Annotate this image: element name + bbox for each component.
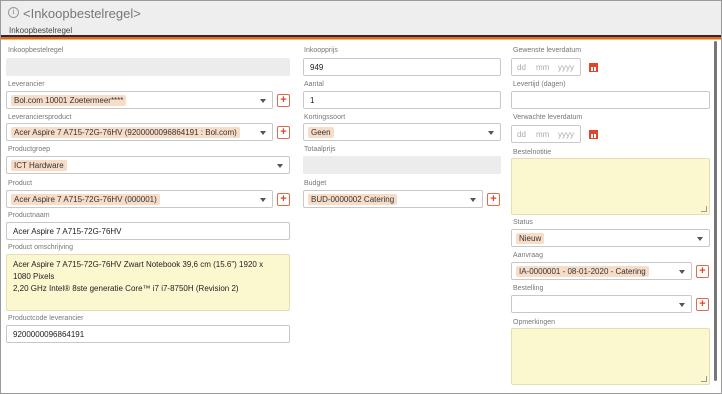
chevron-down-icon[interactable] (260, 99, 266, 103)
budget-chip: BUD-0000002 Catering (308, 194, 398, 205)
label-leveranciersproduct: Leveranciersproduct (8, 114, 72, 121)
chevron-down-icon[interactable] (488, 131, 494, 135)
product-chip: Acer Aspire 7 A715-72G-76HV (000001) (11, 194, 160, 205)
chevron-down-icon[interactable] (260, 198, 266, 202)
label-productnaam: Productnaam (8, 212, 50, 219)
add-leveranciersproduct-button[interactable]: + (277, 126, 290, 139)
add-bestelling-button[interactable]: + (696, 298, 709, 311)
bestelling-select[interactable] (511, 295, 692, 313)
label-inkoopprijs: Inkoopprijs (304, 47, 338, 54)
label-bestelling: Bestelling (513, 285, 544, 292)
levertijd-input[interactable] (511, 91, 710, 109)
label-productgroep: Productgroep (8, 146, 51, 153)
scrollbar[interactable] (714, 41, 717, 381)
chevron-down-icon[interactable] (277, 164, 283, 168)
label-verwachte-leverdatum: Verwachte leverdatum (513, 114, 583, 121)
status-chip: Nieuw (516, 233, 545, 244)
label-aanvraag: Aanvraag (513, 252, 543, 259)
resize-grip-icon[interactable] (701, 206, 707, 212)
productgroep-chip: ICT Hardware (11, 160, 67, 171)
omschrijving-line-2: 2,20 GHz Intel® 8ste generatie Core™ i7 … (13, 284, 239, 293)
aantal-input[interactable]: 1 (303, 91, 501, 109)
add-aanvraag-button[interactable]: + (696, 265, 709, 278)
page-title: <Inkoopbestelregel> (23, 6, 141, 21)
leveranciersproduct-chip: Acer Aspire 7 A715-72G-76HV (92000000968… (11, 127, 240, 138)
section-title: Inkoopbestelregel (9, 26, 73, 35)
productnaam-input[interactable]: Acer Aspire 7 A715-72G-76HV (6, 222, 290, 240)
label-gewenste-leverdatum: Gewenste leverdatum (513, 47, 582, 54)
product-select[interactable]: Acer Aspire 7 A715-72G-76HV (000001) (6, 190, 273, 208)
chevron-down-icon[interactable] (679, 303, 685, 307)
inkoopbestelregel-field (6, 58, 290, 76)
form-header: i <Inkoopbestelregel> Inkoopbestelregel (1, 1, 721, 35)
chevron-down-icon[interactable] (470, 198, 476, 202)
kortingssoort-chip: Geen (308, 127, 334, 138)
aanvraag-chip: IA-0000001 - 08-01-2020 - Catering (516, 266, 649, 277)
label-product: Product (8, 180, 33, 187)
leverancier-select[interactable]: Bol.com 10001 Zoetermeer**** (6, 91, 273, 109)
totaalprijs-field (303, 156, 501, 174)
opmerkingen-textarea[interactable] (511, 328, 710, 385)
calendar-icon[interactable] (589, 129, 598, 139)
verwachte-leverdatum-input[interactable]: dd mm yyyy (511, 125, 581, 143)
label-totaalprijs: Totaalprijs (304, 146, 336, 153)
info-icon[interactable]: i (8, 7, 19, 18)
label-omschrijving: Product omschrijving (8, 244, 73, 251)
kortingssoort-select[interactable]: Geen (303, 123, 501, 141)
resize-grip-icon[interactable] (701, 376, 707, 382)
add-budget-button[interactable]: + (487, 193, 500, 206)
productgroep-select[interactable]: ICT Hardware (6, 156, 290, 174)
label-productcode: Productcode leverancier (8, 315, 84, 322)
status-select[interactable]: Nieuw (511, 229, 710, 247)
header-stripe-yellow (1, 39, 721, 40)
gewenste-leverdatum-input[interactable]: dd mm yyyy (511, 58, 581, 76)
chevron-down-icon[interactable] (260, 131, 266, 135)
label-levertijd: Levertijd (dagen) (513, 81, 566, 88)
label-bestelnotitie: Bestelnotitie (513, 149, 552, 156)
calendar-icon[interactable] (589, 62, 598, 72)
label-budget: Budget (304, 180, 327, 187)
leverancier-chip: Bol.com 10001 Zoetermeer**** (11, 95, 127, 106)
aanvraag-select[interactable]: IA-0000001 - 08-01-2020 - Catering (511, 262, 692, 280)
label-opmerkingen: Opmerkingen (513, 319, 556, 326)
productcode-input[interactable]: 9200000096864191 (6, 325, 290, 343)
chevron-down-icon[interactable] (679, 270, 685, 274)
chevron-down-icon[interactable] (697, 237, 703, 241)
label-status: Status (513, 219, 533, 226)
add-product-button[interactable]: + (277, 193, 290, 206)
budget-select[interactable]: BUD-0000002 Catering (303, 190, 483, 208)
inkoopprijs-input[interactable]: 949 (303, 58, 501, 76)
leveranciersproduct-select[interactable]: Acer Aspire 7 A715-72G-76HV (92000000968… (6, 123, 273, 141)
label-leverancier: Leverancier (8, 81, 45, 88)
form-window: i <Inkoopbestelregel> Inkoopbestelregel … (0, 0, 722, 394)
label-aantal: Aantal (304, 81, 324, 88)
bestelnotitie-textarea[interactable] (511, 158, 710, 215)
label-kortingssoort: Kortingssoort (304, 114, 346, 121)
omschrijving-textarea[interactable]: Acer Aspire 7 A715-72G-76HV Zwart Notebo… (6, 254, 290, 311)
add-leverancier-button[interactable]: + (277, 94, 290, 107)
label-inkoopbestelregel: Inkoopbestelregel (8, 47, 64, 54)
omschrijving-line-1: Acer Aspire 7 A715-72G-76HV Zwart Notebo… (13, 260, 264, 281)
